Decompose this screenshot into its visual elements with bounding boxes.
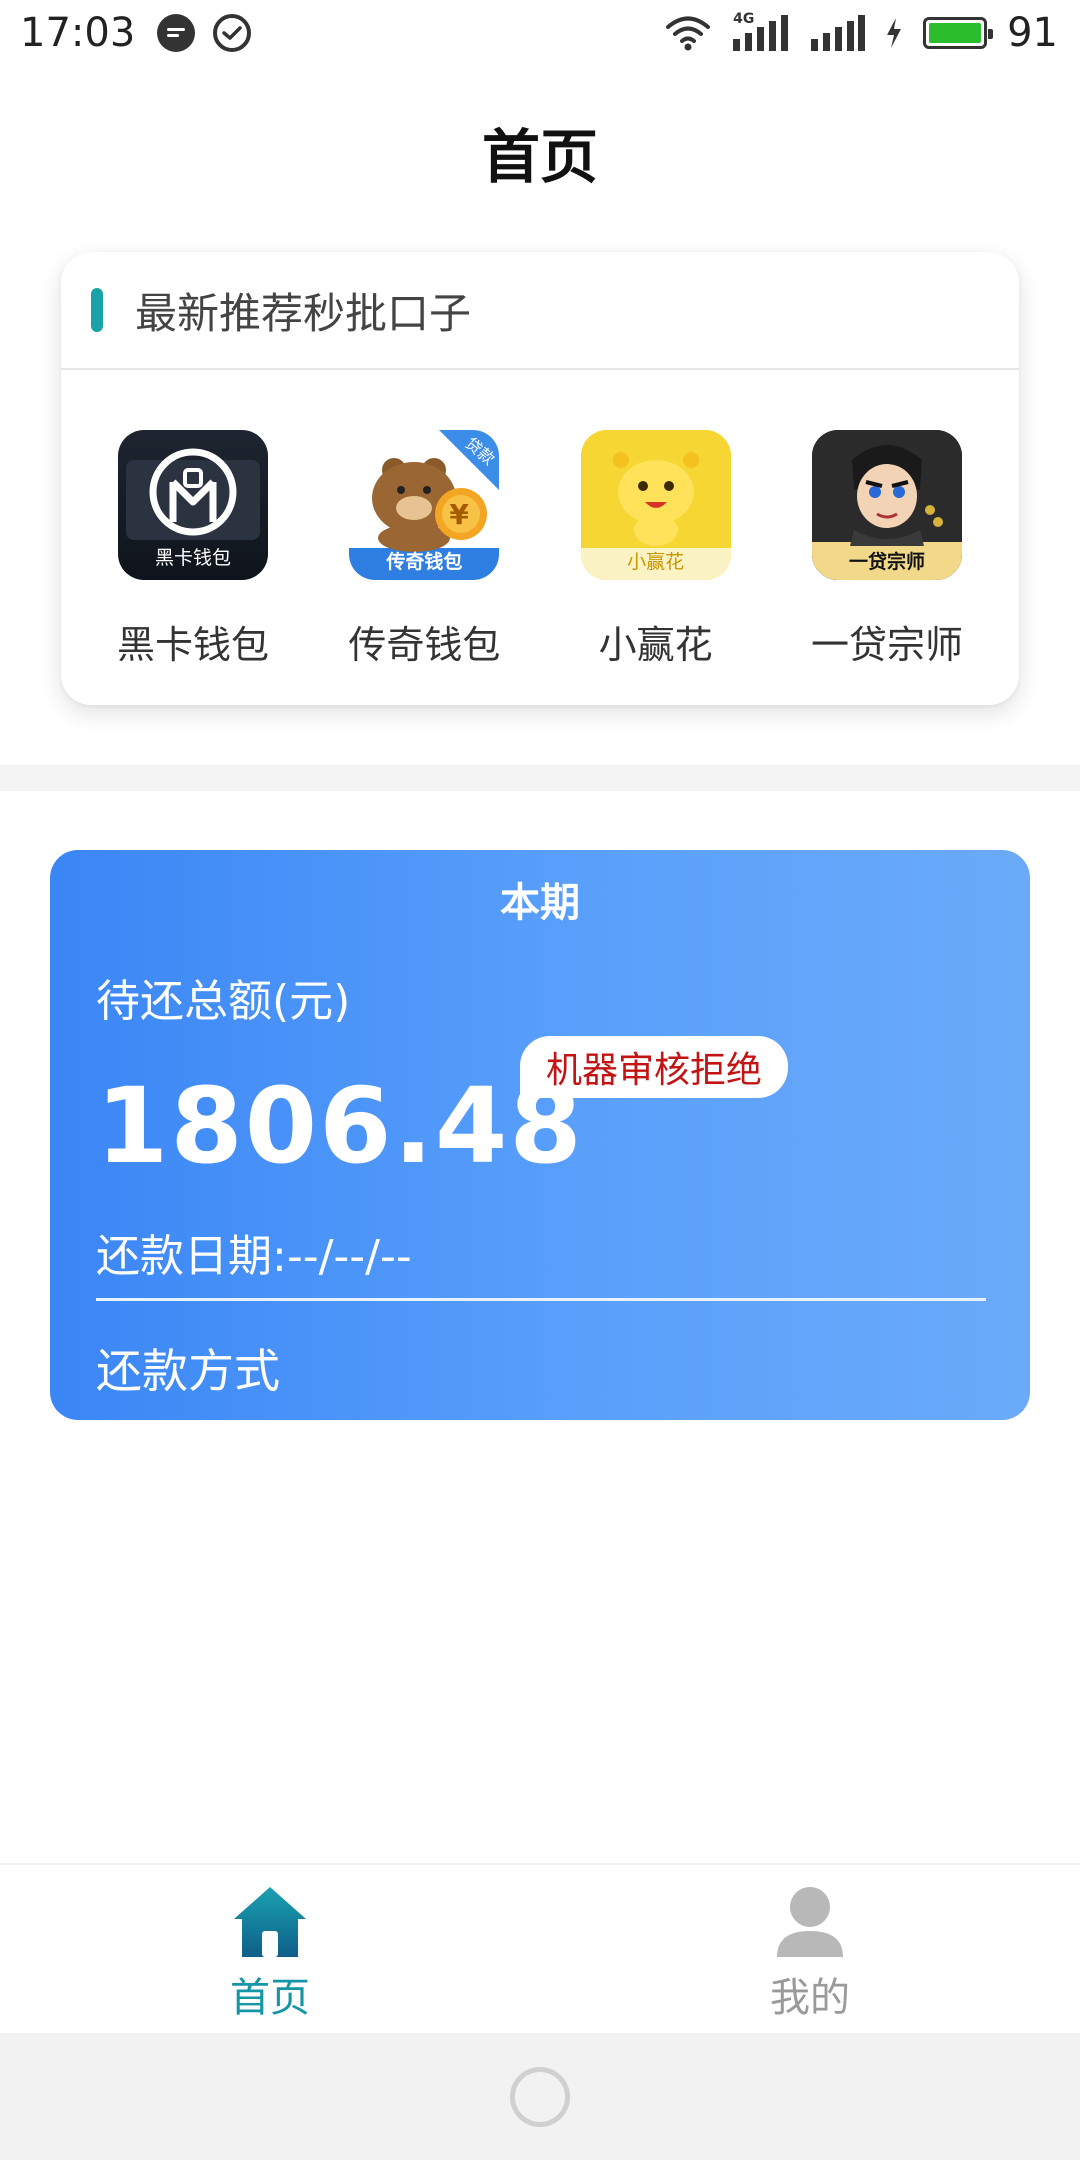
section-divider <box>0 765 1080 791</box>
yidai-icon-text: 一贷宗师 <box>848 551 925 573</box>
app-label: 黑卡钱包 <box>116 623 269 667</box>
chuanqi-icon-text: 传奇钱包 <box>386 551 463 573</box>
charging-icon <box>887 18 902 48</box>
due-date: 还款日期:--/--/-- <box>96 1231 412 1282</box>
app-label: 一贷宗师 <box>810 623 963 667</box>
app-item-xiaoying[interactable]: 小赢花 小赢花 <box>546 430 766 669</box>
recommend-card: 最新推荐秒批口子 黑卡钱包 黑卡钱包 ¥ 贷款 传奇钱包 传奇钱包 小赢花 小赢… <box>61 252 1019 705</box>
status-bar: 17:03 4G 91 <box>0 0 1080 66</box>
xiaoying-icon-text: 小赢花 <box>627 551 685 573</box>
divider <box>96 1298 986 1301</box>
battery-fill <box>929 23 982 43</box>
bill-card[interactable]: 本期 待还总额(元) 1806.48 机器审核拒绝 还款日期:--/--/-- … <box>50 850 1030 1420</box>
nav-label-home: 首页 <box>230 1975 310 2021</box>
nav-tab-home[interactable]: 首页 <box>0 1865 540 2033</box>
app-label: 传奇钱包 <box>348 623 501 667</box>
system-home-button[interactable] <box>510 2067 570 2127</box>
recommend-title: 最新推荐秒批口子 <box>135 288 472 338</box>
page-title: 首页 <box>481 123 598 191</box>
battery-icon <box>923 17 994 49</box>
yidai-master-icon: 一贷宗师 <box>811 430 962 580</box>
status-time: 17:03 <box>20 10 136 56</box>
accent-bar <box>91 288 103 332</box>
app-item-heika[interactable]: 黑卡钱包 黑卡钱包 <box>83 430 303 669</box>
app-label: 小赢花 <box>598 623 713 667</box>
nav-label-mine: 我的 <box>770 1975 850 2021</box>
amount-value: 1806.48 <box>96 1065 584 1187</box>
wifi-icon <box>666 16 711 51</box>
app-item-chuanqi[interactable]: ¥ 贷款 传奇钱包 传奇钱包 <box>314 430 534 669</box>
screen: 17:03 4G 91 首页 最新推荐秒批口子 黑卡钱包 黑卡钱包 ¥ 贷款 传… <box>0 0 1080 2160</box>
status-left-icons <box>157 14 252 52</box>
heika-wallet-icon: 黑卡钱包 <box>118 430 268 580</box>
system-nav-bar <box>0 2033 1080 2160</box>
repayment-method[interactable]: 还款方式 <box>96 1335 280 1401</box>
bill-period: 本期 <box>500 880 580 926</box>
recommend-header: 最新推荐秒批口子 <box>61 252 1019 370</box>
chuanqi-coin-symbol: ¥ <box>449 498 469 531</box>
message-icon <box>157 14 196 52</box>
check-circle-icon <box>213 14 252 52</box>
nav-tab-mine[interactable]: 我的 <box>540 1865 1080 2033</box>
bottom-nav: 首页 我的 <box>0 1863 1080 2033</box>
status-badge: 机器审核拒绝 <box>520 1036 789 1098</box>
signal-4g-icon: 4G <box>731 11 789 53</box>
home-icon <box>234 1887 306 1957</box>
chuanqi-wallet-icon: ¥ 贷款 传奇钱包 <box>349 430 500 580</box>
heika-icon-text: 黑卡钱包 <box>154 547 231 569</box>
xiaoying-flower-icon: 小赢花 <box>580 430 731 580</box>
recommend-app-list: 黑卡钱包 黑卡钱包 ¥ 贷款 传奇钱包 传奇钱包 小赢花 小赢花 一贷宗师 一贷… <box>61 370 1019 669</box>
amount-label: 待还总额(元) <box>96 976 351 1027</box>
user-icon <box>777 1887 843 1957</box>
signal-icon <box>811 15 866 51</box>
battery-level: 91 <box>1007 10 1058 56</box>
app-item-yidai[interactable]: 一贷宗师 一贷宗师 <box>777 430 997 669</box>
status-right-icons: 4G 91 <box>665 0 1058 66</box>
